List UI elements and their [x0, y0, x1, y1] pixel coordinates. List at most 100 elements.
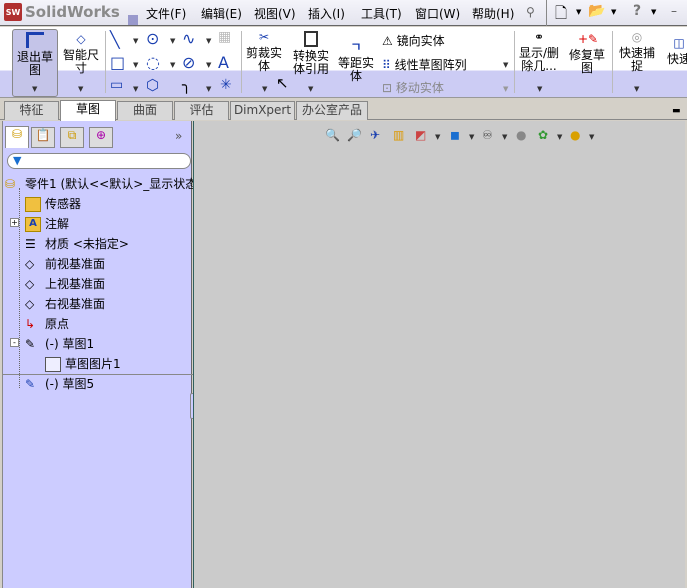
- chevron-down-icon[interactable]: ▼: [503, 85, 508, 93]
- point-icon[interactable]: ✳: [220, 77, 232, 93]
- view-orientation-icon[interactable]: ◩: [415, 128, 431, 144]
- menu-file[interactable]: 文件(F): [146, 5, 186, 22]
- chevron-down-icon[interactable]: ▼: [557, 133, 562, 141]
- chevron-down-icon[interactable]: ▼: [503, 61, 508, 69]
- chevron-down-icon[interactable]: ▼: [32, 85, 37, 93]
- chevron-down-icon[interactable]: ▼: [262, 85, 267, 93]
- menu-help[interactable]: 帮助(H): [472, 5, 514, 22]
- linear-pattern-button[interactable]: ⠿ 线性草图阵列: [382, 56, 467, 73]
- display-style-icon[interactable]: ◼: [450, 128, 466, 144]
- tree-item-sensors[interactable]: 传感器: [25, 195, 81, 212]
- new-document-icon[interactable]: 🗋: [555, 3, 567, 28]
- menu-window[interactable]: 窗口(W): [415, 5, 460, 22]
- chevron-down-icon[interactable]: ▼: [634, 85, 639, 93]
- chevron-down-icon[interactable]: ▼: [170, 37, 175, 45]
- tree-item-front-plane[interactable]: ◇ 前视基准面: [25, 255, 105, 272]
- property-manager-tab[interactable]: 📋: [31, 127, 55, 148]
- chevron-down-icon[interactable]: ▼: [206, 61, 211, 69]
- menu-edit[interactable]: 编辑(E): [201, 5, 242, 22]
- tab-sketch[interactable]: 草图: [60, 100, 116, 121]
- edit-appearance-icon[interactable]: ●: [516, 128, 532, 144]
- expand-panel-button[interactable]: »: [175, 129, 182, 143]
- feature-tree-tab[interactable]: ⛁: [5, 126, 29, 148]
- circle-icon[interactable]: ⊙: [146, 29, 159, 48]
- mirror-entities-button[interactable]: ⚠ 镜向实体: [382, 32, 445, 49]
- tree-item-annotations[interactable]: A 注解: [25, 215, 69, 232]
- chevron-down-icon[interactable]: ▼: [133, 85, 138, 93]
- chevron-down-icon[interactable]: ▼: [576, 8, 581, 16]
- grid-icon[interactable]: ▦: [218, 29, 231, 45]
- quick-snaps-button[interactable]: ◎ 快速捕捉: [616, 31, 658, 73]
- collapse-toggle[interactable]: -: [10, 338, 19, 347]
- repair-sketch-button[interactable]: +✎ 修复草图: [566, 33, 608, 75]
- move-icon: ⊡: [382, 81, 393, 95]
- tab-surfaces[interactable]: 曲面: [117, 101, 173, 120]
- convert-entities-button[interactable]: 转换实体引用: [288, 31, 334, 76]
- zoom-to-fit-icon[interactable]: 🔍: [325, 128, 341, 144]
- configuration-manager-tab[interactable]: ⧉: [60, 127, 84, 148]
- offset-icon: ㄱ: [350, 40, 362, 54]
- chevron-down-icon[interactable]: ▼: [537, 85, 542, 93]
- tree-item-right-plane[interactable]: ◇ 右视基准面: [25, 295, 105, 312]
- expand-toggle[interactable]: +: [10, 218, 19, 227]
- crosshair-icon: ⊕: [95, 128, 107, 142]
- tree-item-sketch1[interactable]: ✎ (-) 草图1: [25, 335, 94, 352]
- chevron-down-icon[interactable]: ▼: [502, 133, 507, 141]
- help-icon[interactable]: ?: [633, 3, 641, 19]
- chevron-down-icon[interactable]: ▼: [651, 8, 656, 16]
- graphics-area[interactable]: 🔍 🔎 ✈ ▥ ◩ ◼ ♾ ● ✿ ● ▼ ▼ ▼ ▼ ▼: [193, 121, 685, 588]
- open-folder-icon[interactable]: 📂: [588, 3, 605, 19]
- tree-item-material[interactable]: ☰ 材质 <未指定>: [25, 235, 129, 252]
- minimize-icon[interactable]: –: [671, 4, 677, 18]
- chevron-down-icon[interactable]: ▼: [469, 133, 474, 141]
- menu-insert[interactable]: 插入(I): [308, 5, 345, 22]
- tree-item-top-plane[interactable]: ◇ 上视基准面: [25, 275, 105, 292]
- chevron-down-icon[interactable]: ▼: [435, 133, 440, 141]
- pin-icon[interactable]: ⚲: [526, 5, 535, 19]
- tab-features[interactable]: 特征: [4, 101, 59, 120]
- display-delete-relations-button[interactable]: ⚭ 显示/删除几...: [516, 31, 562, 73]
- dimxpert-manager-tab[interactable]: ⊕: [89, 127, 113, 148]
- tree-item-sketch-picture1[interactable]: 草图图片1: [45, 355, 121, 372]
- menu-tools[interactable]: 工具(T): [361, 5, 402, 22]
- smart-dimension-button[interactable]: ◇ 智能尺寸: [60, 33, 102, 75]
- chevron-down-icon[interactable]: ▼: [206, 85, 211, 93]
- chevron-down-icon[interactable]: ▼: [611, 8, 616, 16]
- move-entities-button[interactable]: ⊡ 移动实体: [382, 79, 444, 96]
- apply-scene-icon[interactable]: ✿: [538, 128, 554, 144]
- offset-entities-button[interactable]: ㄱ 等距实体: [336, 41, 376, 83]
- section-view-icon[interactable]: ▥: [393, 128, 409, 144]
- tree-item-part[interactable]: ⛁ 零件1 (默认<<默认>_显示状态: [5, 175, 197, 192]
- zoom-to-area-icon[interactable]: 🔎: [347, 128, 363, 144]
- rectangle-icon[interactable]: □: [110, 53, 125, 72]
- tree-item-sketch5[interactable]: ✎ (-) 草图5: [25, 375, 94, 392]
- trim-entities-button[interactable]: ✂ 剪裁实体: [244, 31, 284, 73]
- polygon-icon[interactable]: ⬡: [146, 76, 159, 94]
- chevron-down-icon[interactable]: ▼: [170, 61, 175, 69]
- tab-office-products[interactable]: 办公室产品: [296, 101, 368, 120]
- arc-icon[interactable]: ◌: [146, 53, 160, 72]
- decor: [128, 15, 138, 25]
- line-icon[interactable]: ╲: [110, 30, 120, 49]
- ellipse-icon[interactable]: ⊘: [182, 53, 195, 72]
- chevron-down-icon[interactable]: ▼: [206, 37, 211, 45]
- chevron-down-icon[interactable]: ▼: [308, 85, 313, 93]
- chevron-down-icon[interactable]: ▼: [133, 61, 138, 69]
- minimize-icon[interactable]: ▬: [672, 106, 681, 116]
- tab-evaluate[interactable]: 评估: [174, 101, 229, 120]
- tab-dimxpert[interactable]: DimXpert: [230, 101, 295, 120]
- previous-view-icon[interactable]: ✈: [370, 128, 386, 144]
- hide-show-items-icon[interactable]: ♾: [482, 128, 498, 144]
- view-settings-icon[interactable]: ●: [570, 128, 586, 144]
- slot-icon[interactable]: ▭: [110, 77, 123, 93]
- menu-view[interactable]: 视图(V): [254, 5, 296, 22]
- chevron-down-icon[interactable]: ▼: [78, 85, 83, 93]
- quick-view-button[interactable]: ◫ 快速: [664, 37, 687, 66]
- spline-icon[interactable]: ∿: [182, 29, 195, 48]
- tree-item-origin[interactable]: ↳ 原点: [25, 315, 69, 332]
- fillet-icon[interactable]: ╮: [182, 76, 191, 94]
- chevron-down-icon[interactable]: ▼: [133, 37, 138, 45]
- filter-input[interactable]: ▼: [7, 153, 191, 169]
- text-icon[interactable]: A: [218, 53, 229, 72]
- chevron-down-icon[interactable]: ▼: [589, 133, 594, 141]
